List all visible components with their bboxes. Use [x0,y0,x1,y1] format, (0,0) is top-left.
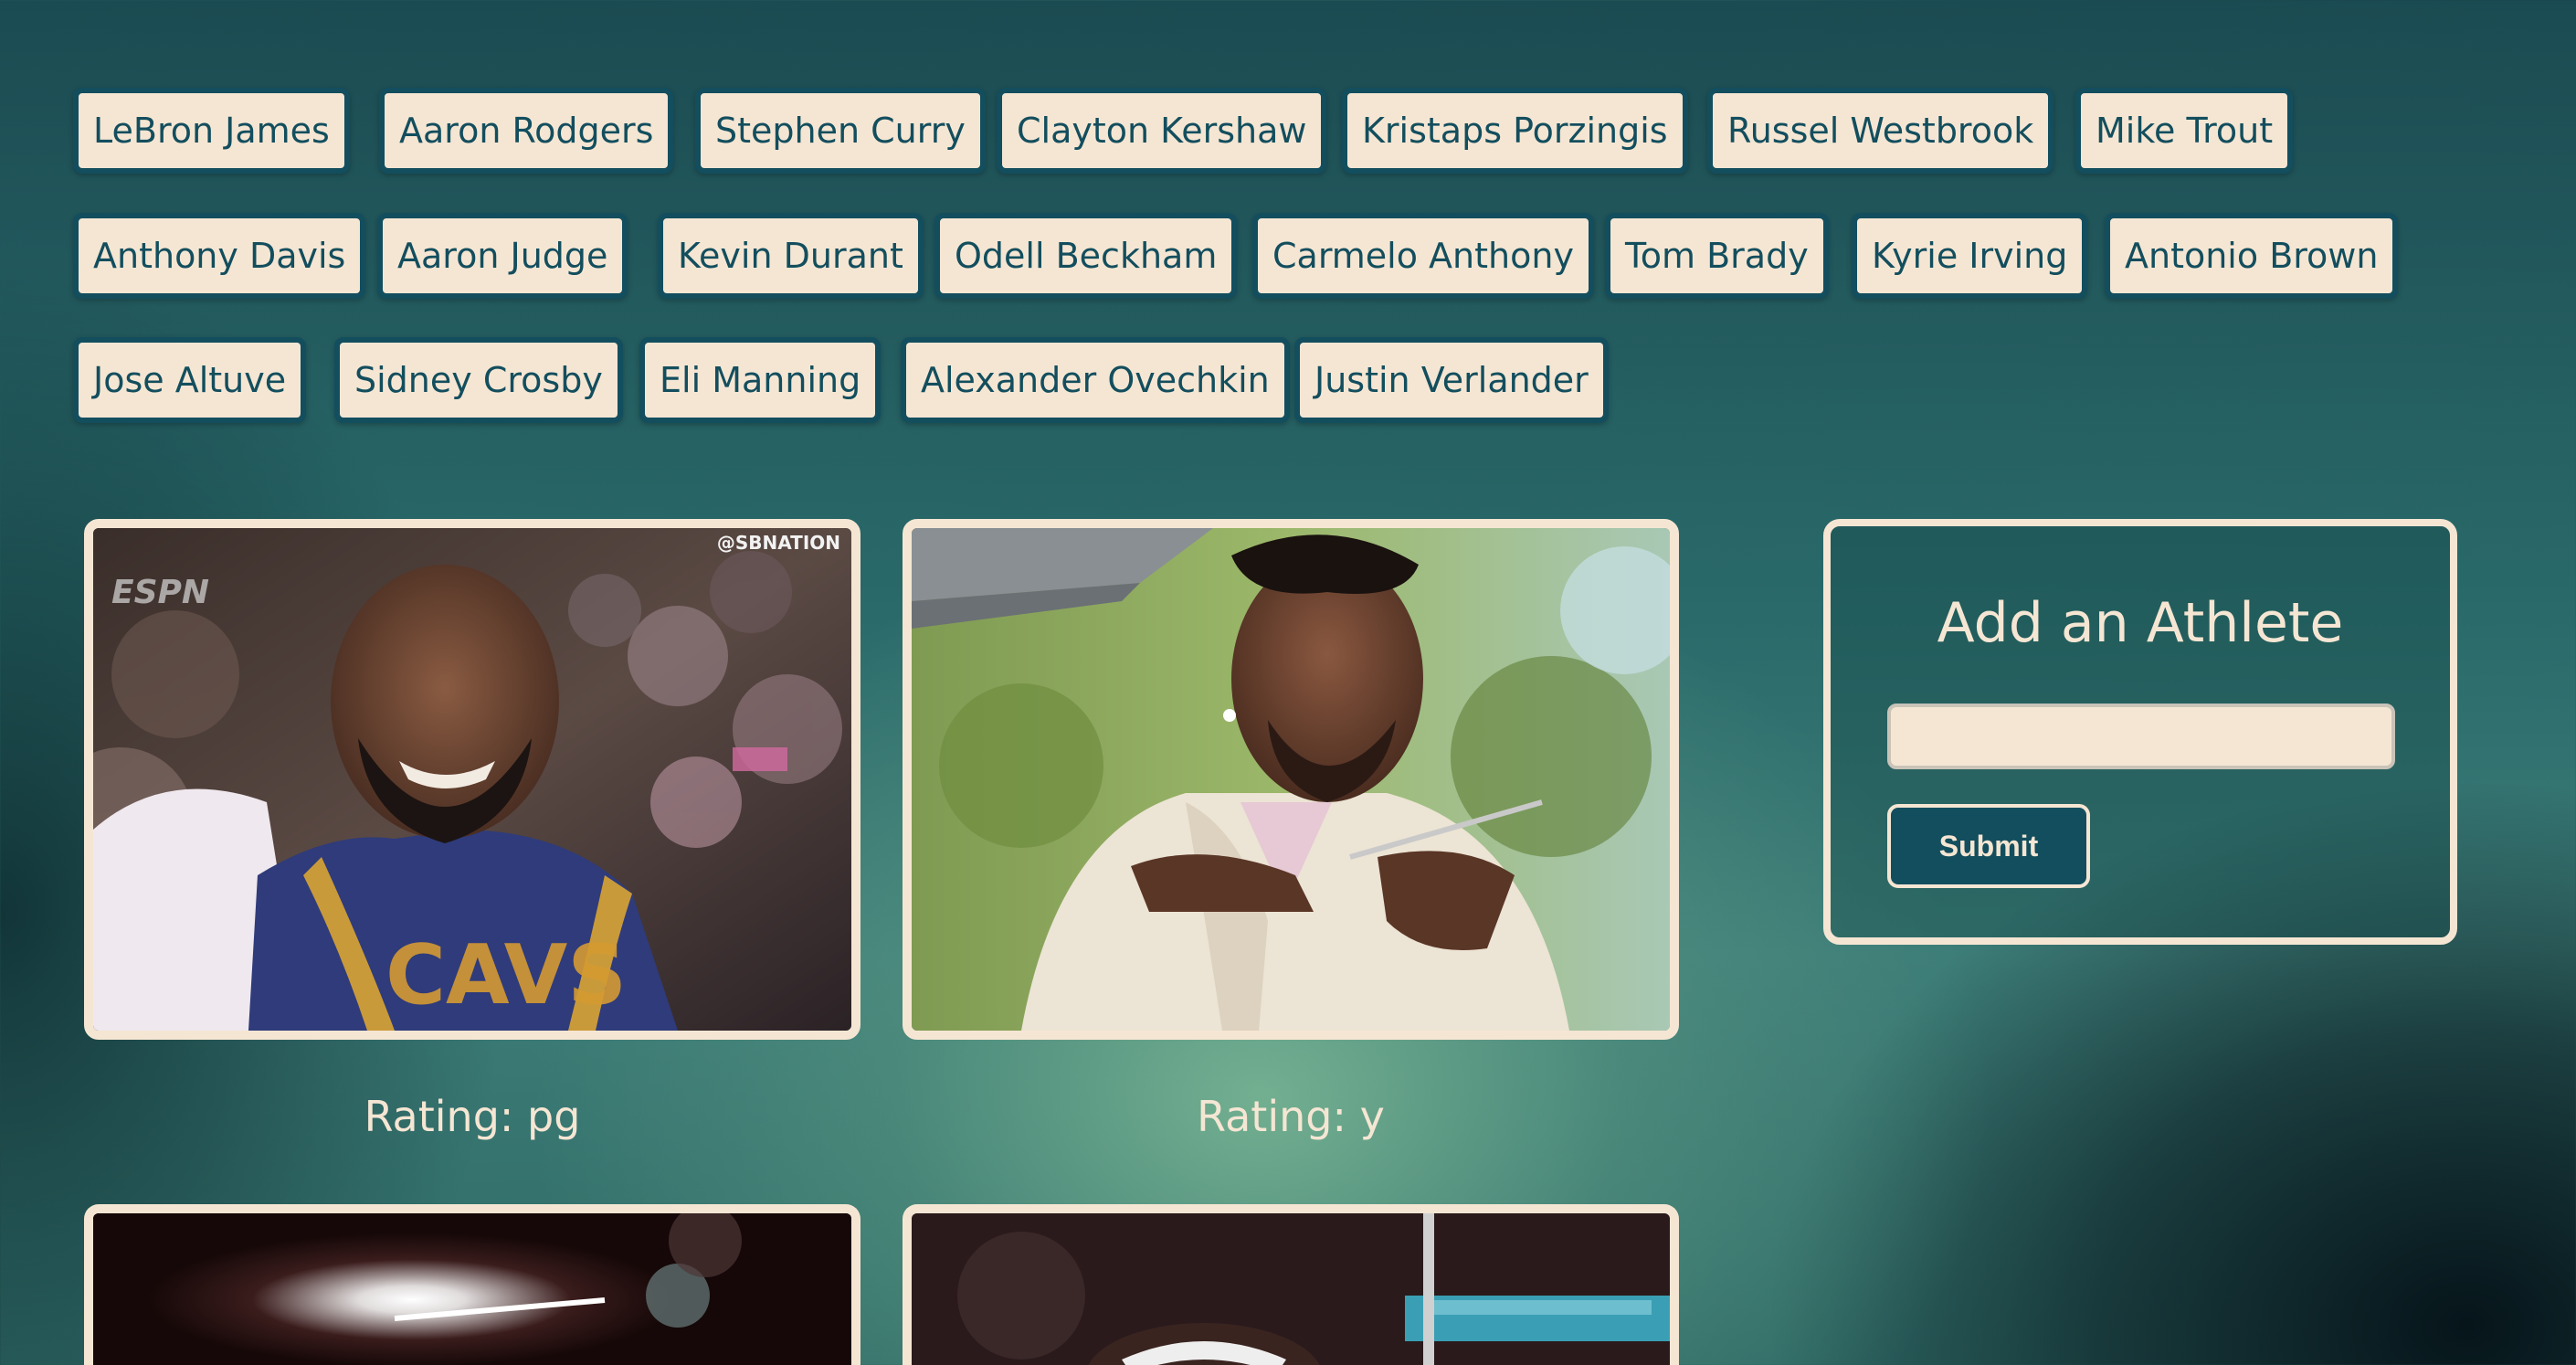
gif-card[interactable] [903,1204,1679,1365]
athlete-button-odell-beckham[interactable]: Odell Beckham [934,213,1238,299]
athlete-name-input[interactable] [1887,704,2395,769]
submit-button[interactable]: Submit [1887,804,2090,888]
gif-image-bright-light [93,1213,851,1365]
gif-image-man-in-white-sweater [912,528,1670,1031]
athlete-button-kyrie-irving[interactable]: Kyrie Irving [1852,213,2088,299]
svg-text:CAVS: CAVS [385,927,627,1023]
athlete-button-antonio-brown[interactable]: Antonio Brown [2105,213,2399,299]
athlete-button-sidney-crosby[interactable]: Sidney Crosby [334,337,623,423]
gif-card[interactable]: CAVS @SBNATION ESPN [84,519,860,1040]
gif-rating: Rating: y [1197,1092,1385,1141]
athlete-button-justin-verlander[interactable]: Justin Verlander [1294,337,1609,423]
gif-card[interactable] [903,519,1679,1040]
espn-logo: ESPN [111,574,210,611]
athlete-button-aaron-judge[interactable]: Aaron Judge [377,213,628,299]
athlete-button-mike-trout[interactable]: Mike Trout [2075,88,2294,174]
athlete-button-kevin-durant[interactable]: Kevin Durant [658,213,924,299]
athlete-button-lebron-james[interactable]: LeBron James [73,88,350,174]
athlete-button-carmelo-anthony[interactable]: Carmelo Anthony [1252,213,1594,299]
athlete-button-russel-westbrook[interactable]: Russel Westbrook [1707,88,2054,174]
athlete-button-kristaps-porzingis[interactable]: Kristaps Porzingis [1342,88,1688,174]
form-title: Add an Athlete [1937,591,2344,655]
gif-card[interactable] [84,1204,860,1365]
add-athlete-form: Add an Athlete Submit [1823,519,2457,945]
athlete-button-aaron-rodgers[interactable]: Aaron Rodgers [379,88,674,174]
athlete-button-jose-altuve[interactable]: Jose Altuve [73,337,307,423]
gif-rating: Rating: pg [364,1092,581,1141]
athlete-button-stephen-curry[interactable]: Stephen Curry [695,88,986,174]
gif-image-arena-crowd [912,1213,1670,1365]
athlete-button-eli-manning[interactable]: Eli Manning [639,337,882,423]
athlete-button-clayton-kershaw[interactable]: Clayton Kershaw [997,88,1327,174]
sbnation-watermark: @SBNATION [716,532,840,554]
athlete-button-tom-brady[interactable]: Tom Brady [1605,213,1829,299]
athlete-button-anthony-davis[interactable]: Anthony Davis [73,213,366,299]
athlete-button-alexander-ovechkin[interactable]: Alexander Ovechkin [901,337,1290,423]
